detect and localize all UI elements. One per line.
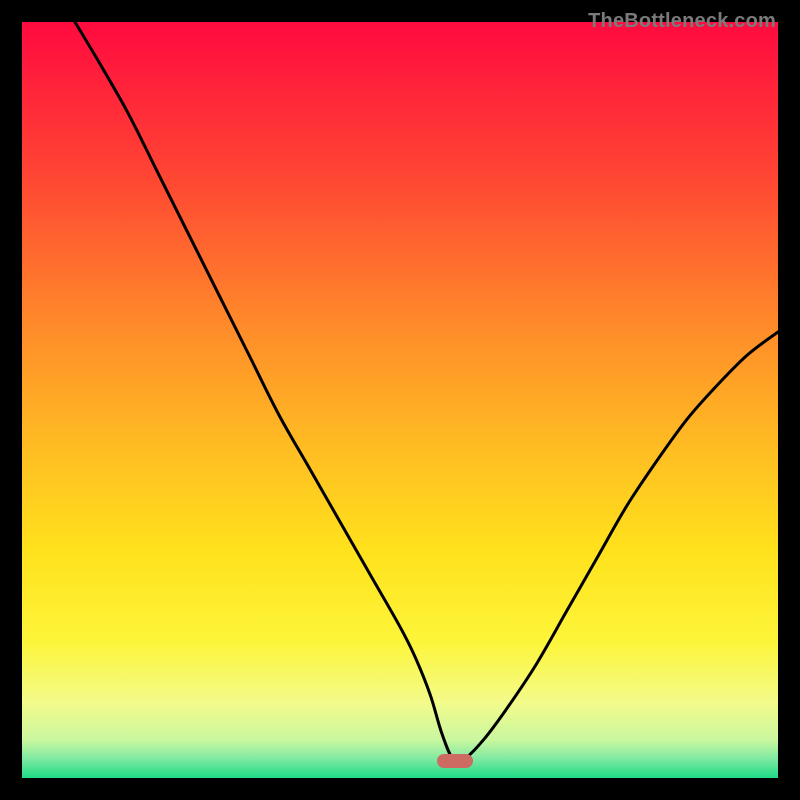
attribution-text: TheBottleneck.com [588, 10, 776, 33]
optimal-marker [437, 754, 473, 768]
plot-area [22, 22, 778, 778]
chart-frame: TheBottleneck.com [12, 12, 788, 788]
bottleneck-curve [22, 22, 778, 778]
